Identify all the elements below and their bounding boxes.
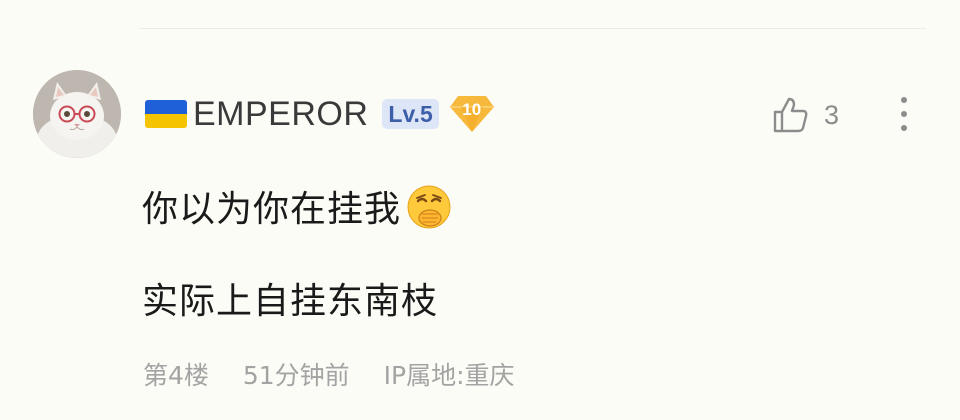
fan-level-number: 10 [462,100,482,119]
floor-number: 第4楼 [143,361,209,390]
like-count: 3 [824,99,840,130]
more-vertical-icon[interactable] [894,94,914,134]
comment-text-line-1: 你以为你在挂我 [142,180,453,232]
comment-meta: 第4楼 51分钟前 IP属地:重庆 [143,356,515,392]
thumbs-up-icon [773,97,808,133]
level-badge: Lv.5 [382,99,439,129]
comment-text-line-2: 实际上自挂东南枝 [142,281,439,322]
avatar[interactable] [33,70,121,158]
like-button[interactable]: 3 [770,93,839,137]
comment-text: 你以为你在挂我 [142,189,402,230]
comment-header: EMPEROR Lv.5 10 [145,94,495,134]
comment-item: EMPEROR Lv.5 10 3 你以为你在挂我 实际上自挂东南枝 第4楼 5… [0,0,960,420]
post-time: 51分钟前 [242,361,350,390]
hand-over-mouth-emoji-icon [407,185,451,229]
cat-avatar-image [33,70,121,158]
ip-location: IP属地:重庆 [383,361,515,390]
ukraine-flag-icon [145,100,187,128]
fan-level-badge: 10 [449,94,495,134]
username[interactable]: EMPEROR [193,95,368,134]
